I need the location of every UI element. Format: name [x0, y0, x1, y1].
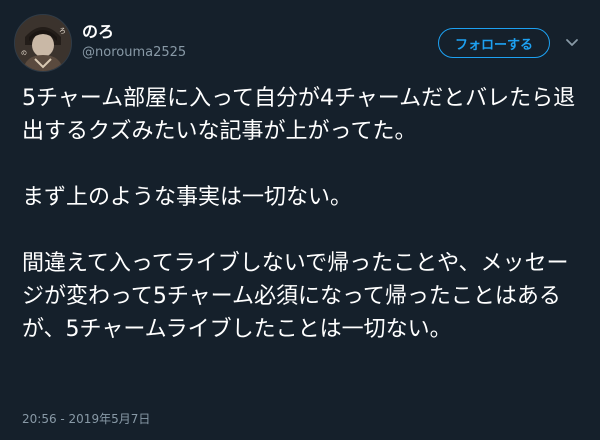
display-name[interactable]: のろ	[82, 22, 186, 42]
user-handle[interactable]: @norouma2525	[82, 44, 186, 62]
tweet-timestamp[interactable]: 20:56 - 2019年5月7日	[22, 410, 150, 427]
tweet-text: 5チャーム部屋に入って自分が4チャームだとバレたら退出するクズみたいな記事が上が…	[22, 86, 576, 342]
svg-text:の: の	[21, 50, 27, 57]
user-avatar-icon: ろ の	[15, 15, 71, 71]
tweet-header: ろ の のろ @norouma2525 フォローする	[14, 14, 586, 72]
chevron-down-icon[interactable]	[564, 34, 580, 50]
follow-button[interactable]: フォローする	[437, 28, 550, 58]
avatar[interactable]: ろ の	[14, 14, 72, 72]
user-names: のろ @norouma2525	[82, 22, 186, 62]
svg-text:ろ: ろ	[59, 27, 66, 35]
